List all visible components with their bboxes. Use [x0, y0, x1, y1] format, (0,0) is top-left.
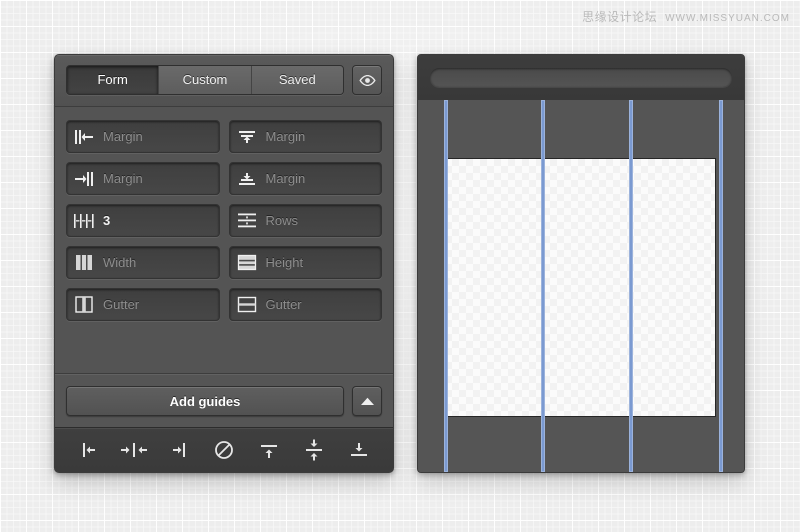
field-row-gutter-text: Gutter	[264, 297, 302, 312]
eye-icon	[359, 75, 376, 86]
tab-custom[interactable]: Custom	[159, 66, 251, 94]
margin-bottom-icon	[230, 163, 264, 194]
clear-guides-icon	[213, 439, 235, 461]
field-column-width[interactable]: Width	[66, 246, 220, 279]
field-row: Gutter Gutter	[66, 288, 382, 321]
row-height-icon	[230, 247, 264, 278]
preview-document-area	[444, 158, 716, 417]
guide-line[interactable]	[444, 100, 448, 472]
tab-saved[interactable]: Saved	[252, 66, 343, 94]
preview-toggle-button[interactable]	[352, 65, 382, 95]
preview-title-bar	[418, 55, 744, 101]
fields-area: Margin Margin	[55, 107, 393, 373]
field-rows-text: Rows	[264, 213, 299, 228]
preview-canvas	[418, 100, 744, 472]
align-bottom-button[interactable]	[337, 428, 382, 472]
field-margin-right[interactable]: Margin	[66, 162, 220, 195]
margin-left-icon	[67, 121, 101, 152]
field-margin-top-text: Margin	[264, 129, 306, 144]
field-rows[interactable]: Rows	[229, 204, 383, 237]
action-area: Add guides	[55, 373, 393, 427]
tab-group: Form Custom Saved	[66, 65, 344, 95]
clear-guides-button[interactable]	[201, 428, 246, 472]
watermark-url-text: WWW.MISSYUAN.COM	[665, 13, 790, 24]
field-row: 3 Rows	[66, 204, 382, 237]
watermark: 思缘设计论坛 WWW.MISSYUAN.COM	[582, 8, 790, 25]
add-guides-button[interactable]: Add guides	[66, 386, 344, 416]
align-center-vertical-button[interactable]	[292, 428, 337, 472]
column-gutter-icon	[67, 289, 101, 320]
field-margin-bottom-text: Margin	[264, 171, 306, 186]
align-top-button[interactable]	[247, 428, 292, 472]
align-right-button[interactable]	[156, 428, 201, 472]
align-top-icon	[257, 439, 281, 461]
guide-line[interactable]	[719, 100, 723, 472]
field-row-gutter[interactable]: Gutter	[229, 288, 383, 321]
watermark-chinese-text: 思缘设计论坛	[582, 8, 657, 25]
align-center-horizontal-button[interactable]	[111, 428, 156, 472]
field-column-gutter-text: Gutter	[101, 297, 139, 312]
preview-url-bar[interactable]	[430, 68, 732, 87]
rows-icon	[230, 205, 264, 236]
row-gutter-icon	[230, 289, 264, 320]
margin-top-icon	[230, 121, 264, 152]
field-columns[interactable]: 3	[66, 204, 220, 237]
field-margin-left-text: Margin	[101, 129, 143, 144]
field-margin-bottom[interactable]: Margin	[229, 162, 383, 195]
field-margin-left[interactable]: Margin	[66, 120, 220, 153]
align-bottom-icon	[347, 439, 371, 461]
field-row: Margin Margin	[66, 120, 382, 153]
triangle-up-icon	[360, 397, 375, 406]
field-row-height-text: Height	[264, 255, 304, 270]
field-columns-value: 3	[101, 213, 110, 228]
field-row: Width Height	[66, 246, 382, 279]
align-right-icon	[167, 440, 191, 460]
guide-generator-panel: Form Custom Saved	[54, 54, 394, 473]
field-margin-top[interactable]: Margin	[229, 120, 383, 153]
align-center-horizontal-icon	[119, 440, 149, 460]
columns-icon	[67, 205, 101, 236]
field-row-height[interactable]: Height	[229, 246, 383, 279]
field-column-width-text: Width	[101, 255, 136, 270]
align-left-icon	[77, 440, 101, 460]
field-margin-right-text: Margin	[101, 171, 143, 186]
align-left-button[interactable]	[66, 428, 111, 472]
margin-right-icon	[67, 163, 101, 194]
guide-line[interactable]	[629, 100, 633, 472]
field-row: Margin Margin	[66, 162, 382, 195]
field-column-gutter[interactable]: Gutter	[66, 288, 220, 321]
guide-line[interactable]	[541, 100, 545, 472]
collapse-panel-button[interactable]	[352, 386, 382, 416]
tab-form[interactable]: Form	[67, 66, 159, 94]
align-center-vertical-icon	[302, 438, 326, 462]
panel-tab-bar: Form Custom Saved	[55, 55, 393, 107]
alignment-toolbar	[55, 427, 393, 472]
column-width-icon	[67, 247, 101, 278]
document-preview-window	[417, 54, 745, 473]
